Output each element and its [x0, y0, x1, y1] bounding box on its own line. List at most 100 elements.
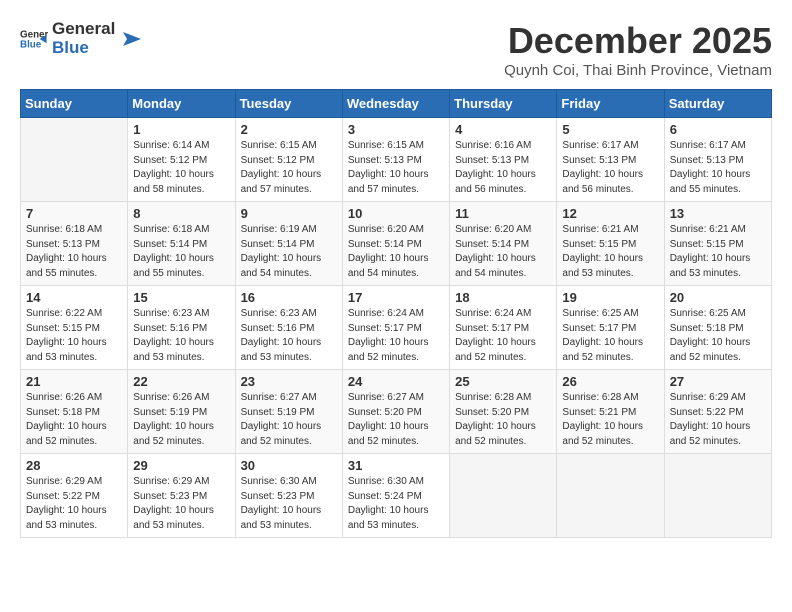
- day-number: 17: [348, 290, 444, 305]
- calendar-cell: 19Sunrise: 6:25 AMSunset: 5:17 PMDayligh…: [557, 286, 664, 370]
- calendar-cell: 22Sunrise: 6:26 AMSunset: 5:19 PMDayligh…: [128, 370, 235, 454]
- logo: General Blue General Blue: [20, 20, 141, 57]
- calendar-cell: 6 Sunrise: 6:17 AMSunset: 5:13 PMDaylight…: [664, 118, 771, 202]
- day-number: 12: [562, 206, 658, 221]
- calendar-cell: 2 Sunrise: 6:15 AMSunset: 5:12 PMDaylight…: [235, 118, 342, 202]
- calendar-cell: 26 Sunrise: 6:28 AMSunset: 5:21 PMDayligh…: [557, 370, 664, 454]
- weekday-header-wednesday: Wednesday: [342, 90, 449, 118]
- day-info: Sunrise: 6:27 AMSunset: 5:19 PMDaylight:…: [241, 391, 337, 449]
- day-info: Sunrise: 6:26 AMSunset: 5:18 PMDaylight:…: [26, 391, 122, 449]
- day-number: 7: [26, 206, 122, 221]
- title-block: December 2025 Quynh Coi, Thai Binh Provi…: [504, 20, 772, 79]
- calendar-week-row: 21 Sunrise: 6:26 AMSunset: 5:18 PMDayligh…: [21, 370, 772, 454]
- calendar-cell: 11 Sunrise: 6:20 AMSunset: 5:14 PMDayligh…: [450, 202, 557, 286]
- calendar-cell: 7 Sunrise: 6:18 AMSunset: 5:13 PMDaylight…: [21, 202, 128, 286]
- day-number: 1: [133, 122, 229, 137]
- calendar-week-row: 28 Sunrise: 6:29 AMSunset: 5:22 PMDayligh…: [21, 454, 772, 538]
- day-number: 8: [133, 206, 229, 221]
- logo-icon: General Blue: [20, 25, 48, 53]
- calendar-cell: [557, 454, 664, 538]
- day-number: 23: [241, 374, 337, 389]
- weekday-header-friday: Friday: [557, 90, 664, 118]
- day-info: Sunrise: 6:15 AMSunset: 5:12 PMDaylight:…: [241, 139, 337, 197]
- calendar-cell: 8 Sunrise: 6:18 AMSunset: 5:14 PMDaylight…: [128, 202, 235, 286]
- day-number: 21: [26, 374, 122, 389]
- calendar-cell: 28 Sunrise: 6:29 AMSunset: 5:22 PMDayligh…: [21, 454, 128, 538]
- calendar-cell: 16 Sunrise: 6:23 AMSunset: 5:16 PMDayligh…: [235, 286, 342, 370]
- day-info: Sunrise: 6:28 AMSunset: 5:20 PMDaylight:…: [455, 391, 551, 449]
- day-number: 20: [670, 290, 766, 305]
- day-info: Sunrise: 6:17 AMSunset: 5:13 PMDaylight:…: [562, 139, 658, 197]
- day-info: Sunrise: 6:26 AMSunset: 5:19 PMDaylight:…: [133, 391, 229, 449]
- day-number: 6: [670, 122, 766, 137]
- weekday-header-tuesday: Tuesday: [235, 90, 342, 118]
- day-number: 26: [562, 374, 658, 389]
- page-header: General Blue General Blue December 2025 …: [20, 20, 772, 79]
- calendar-cell: 30 Sunrise: 6:30 AMSunset: 5:23 PMDayligh…: [235, 454, 342, 538]
- logo-general-text: General: [52, 20, 115, 39]
- calendar-cell: 21 Sunrise: 6:26 AMSunset: 5:18 PMDayligh…: [21, 370, 128, 454]
- day-number: 15: [133, 290, 229, 305]
- weekday-header-sunday: Sunday: [21, 90, 128, 118]
- day-number: 2: [241, 122, 337, 137]
- day-number: 16: [241, 290, 337, 305]
- day-info: Sunrise: 6:19 AMSunset: 5:14 PMDaylight:…: [241, 223, 337, 281]
- day-number: 13: [670, 206, 766, 221]
- day-info: Sunrise: 6:20 AMSunset: 5:14 PMDaylight:…: [455, 223, 551, 281]
- day-info: Sunrise: 6:28 AMSunset: 5:21 PMDaylight:…: [562, 391, 658, 449]
- day-info: Sunrise: 6:23 AMSunset: 5:16 PMDaylight:…: [241, 307, 337, 365]
- day-number: 24: [348, 374, 444, 389]
- day-info: Sunrise: 6:14 AMSunset: 5:12 PMDaylight:…: [133, 139, 229, 197]
- day-info: Sunrise: 6:27 AMSunset: 5:20 PMDaylight:…: [348, 391, 444, 449]
- weekday-header-monday: Monday: [128, 90, 235, 118]
- calendar-cell: 3 Sunrise: 6:15 AMSunset: 5:13 PMDaylight…: [342, 118, 449, 202]
- calendar-cell: [21, 118, 128, 202]
- calendar-week-row: 14Sunrise: 6:22 AMSunset: 5:15 PMDayligh…: [21, 286, 772, 370]
- day-info: Sunrise: 6:30 AMSunset: 5:23 PMDaylight:…: [241, 475, 337, 533]
- svg-text:Blue: Blue: [20, 39, 42, 50]
- calendar-cell: 1 Sunrise: 6:14 AMSunset: 5:12 PMDaylight…: [128, 118, 235, 202]
- calendar-cell: 24 Sunrise: 6:27 AMSunset: 5:20 PMDayligh…: [342, 370, 449, 454]
- day-number: 19: [562, 290, 658, 305]
- day-number: 14: [26, 290, 122, 305]
- calendar-cell: 20 Sunrise: 6:25 AMSunset: 5:18 PMDayligh…: [664, 286, 771, 370]
- calendar-cell: 5Sunrise: 6:17 AMSunset: 5:13 PMDaylight…: [557, 118, 664, 202]
- calendar-cell: 31Sunrise: 6:30 AMSunset: 5:24 PMDayligh…: [342, 454, 449, 538]
- day-info: Sunrise: 6:15 AMSunset: 5:13 PMDaylight:…: [348, 139, 444, 197]
- day-number: 18: [455, 290, 551, 305]
- calendar-table: SundayMondayTuesdayWednesdayThursdayFrid…: [20, 89, 772, 538]
- day-number: 29: [133, 458, 229, 473]
- calendar-week-row: 7 Sunrise: 6:18 AMSunset: 5:13 PMDaylight…: [21, 202, 772, 286]
- day-number: 4: [455, 122, 551, 137]
- calendar-week-row: 1 Sunrise: 6:14 AMSunset: 5:12 PMDaylight…: [21, 118, 772, 202]
- calendar-cell: 23 Sunrise: 6:27 AMSunset: 5:19 PMDayligh…: [235, 370, 342, 454]
- day-info: Sunrise: 6:24 AMSunset: 5:17 PMDaylight:…: [348, 307, 444, 365]
- day-number: 11: [455, 206, 551, 221]
- calendar-cell: 13 Sunrise: 6:21 AMSunset: 5:15 PMDayligh…: [664, 202, 771, 286]
- location-title: Quynh Coi, Thai Binh Province, Vietnam: [504, 62, 772, 79]
- month-title: December 2025: [504, 20, 772, 62]
- day-info: Sunrise: 6:23 AMSunset: 5:16 PMDaylight:…: [133, 307, 229, 365]
- day-info: Sunrise: 6:21 AMSunset: 5:15 PMDaylight:…: [562, 223, 658, 281]
- weekday-header-saturday: Saturday: [664, 90, 771, 118]
- calendar-cell: 15 Sunrise: 6:23 AMSunset: 5:16 PMDayligh…: [128, 286, 235, 370]
- day-number: 3: [348, 122, 444, 137]
- calendar-cell: 27Sunrise: 6:29 AMSunset: 5:22 PMDayligh…: [664, 370, 771, 454]
- day-number: 28: [26, 458, 122, 473]
- day-info: Sunrise: 6:20 AMSunset: 5:14 PMDaylight:…: [348, 223, 444, 281]
- day-info: Sunrise: 6:17 AMSunset: 5:13 PMDaylight:…: [670, 139, 766, 197]
- day-info: Sunrise: 6:25 AMSunset: 5:18 PMDaylight:…: [670, 307, 766, 365]
- logo-blue-text: Blue: [52, 39, 115, 58]
- day-number: 27: [670, 374, 766, 389]
- day-info: Sunrise: 6:18 AMSunset: 5:13 PMDaylight:…: [26, 223, 122, 281]
- calendar-cell: 12 Sunrise: 6:21 AMSunset: 5:15 PMDayligh…: [557, 202, 664, 286]
- logo-arrow-icon: [119, 28, 141, 50]
- day-info: Sunrise: 6:18 AMSunset: 5:14 PMDaylight:…: [133, 223, 229, 281]
- day-number: 30: [241, 458, 337, 473]
- day-info: Sunrise: 6:29 AMSunset: 5:22 PMDaylight:…: [26, 475, 122, 533]
- calendar-cell: 9Sunrise: 6:19 AMSunset: 5:14 PMDaylight…: [235, 202, 342, 286]
- day-info: Sunrise: 6:21 AMSunset: 5:15 PMDaylight:…: [670, 223, 766, 281]
- calendar-cell: 14Sunrise: 6:22 AMSunset: 5:15 PMDayligh…: [21, 286, 128, 370]
- day-info: Sunrise: 6:29 AMSunset: 5:23 PMDaylight:…: [133, 475, 229, 533]
- calendar-cell: 4Sunrise: 6:16 AMSunset: 5:13 PMDaylight…: [450, 118, 557, 202]
